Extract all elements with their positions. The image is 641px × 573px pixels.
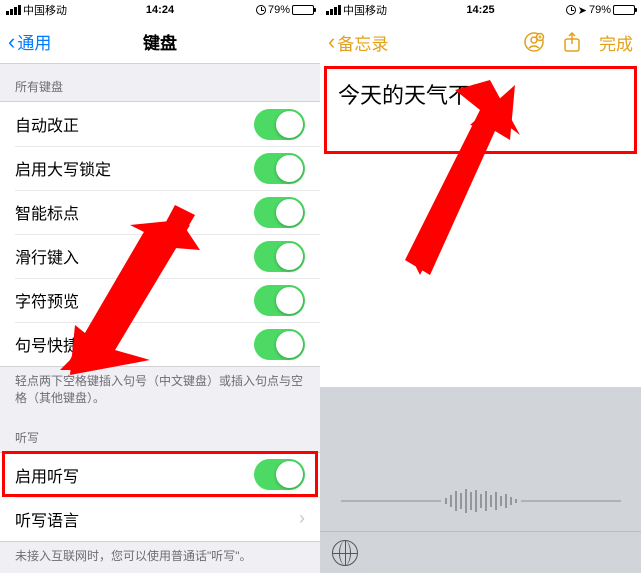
done-button[interactable]: 完成 — [599, 30, 633, 55]
right-screen: 中国移动 14:25 ➤ 79% ‹ 备忘录 完成 今天的天气不错。 — [320, 0, 641, 573]
row-label: 自动改正 — [15, 112, 79, 136]
switch-enable-dictation[interactable] — [254, 459, 305, 490]
settings-row[interactable]: 启用大写锁定 — [0, 146, 320, 190]
settings-row[interactable]: 句号快捷键 — [0, 322, 320, 366]
toggle-switch[interactable] — [254, 197, 305, 228]
battery-icon — [613, 5, 635, 15]
status-time: 14:24 — [0, 4, 320, 16]
toggle-switch[interactable] — [254, 329, 305, 360]
keyboard-toolbar — [320, 531, 641, 573]
back-button[interactable]: ‹ 备忘录 — [328, 30, 388, 55]
section-footer-dictation: 未接入互联网时，您可以使用普通话"听写"。 — [0, 542, 320, 573]
section-header-dictation: 听写 — [0, 415, 320, 452]
dictation-language-label: 听写语言 — [15, 507, 79, 531]
page-title: 键盘 — [0, 29, 320, 54]
toggle-switch[interactable] — [254, 109, 305, 140]
row-label: 智能标点 — [15, 200, 79, 224]
nav-bar: ‹ 备忘录 完成 — [320, 20, 641, 64]
chevron-left-icon: ‹ — [328, 31, 335, 53]
left-screen: 中国移动 14:24 79% ‹ 通用 键盘 所有键盘 自动改正启用大写锁定智能… — [0, 0, 320, 573]
globe-icon[interactable] — [332, 540, 358, 566]
toggle-switch[interactable] — [254, 153, 305, 184]
row-label: 字符预览 — [15, 288, 79, 312]
dictation-waveform — [320, 471, 641, 531]
share-icon[interactable] — [561, 31, 583, 53]
nav-bar: ‹ 通用 键盘 — [0, 20, 320, 64]
back-label: 备忘录 — [337, 30, 388, 55]
enable-dictation-label: 启用听写 — [15, 463, 79, 487]
status-bar: 中国移动 14:25 ➤ 79% — [320, 0, 641, 20]
chevron-right-icon: › — [299, 508, 305, 529]
row-label: 句号快捷键 — [15, 332, 95, 356]
settings-row[interactable]: 字符预览 — [0, 278, 320, 322]
row-enable-dictation[interactable]: 启用听写 — [0, 453, 320, 497]
status-time: 14:25 — [320, 4, 641, 16]
section-footer-period: 轻点两下空格键插入句号（中文键盘）或插入句点与空格（其他键盘）。 — [0, 367, 320, 415]
group-keyboards: 自动改正启用大写锁定智能标点滑行键入字符预览句号快捷键 — [0, 101, 320, 367]
status-bar: 中国移动 14:24 79% — [0, 0, 320, 20]
toggle-switch[interactable] — [254, 241, 305, 272]
group-dictation: 启用听写 听写语言 › — [0, 452, 320, 542]
note-content[interactable]: 今天的天气不错。 — [320, 64, 641, 364]
row-dictation-language[interactable]: 听写语言 › — [0, 497, 320, 541]
alarm-icon — [566, 5, 576, 15]
battery-icon — [292, 5, 314, 15]
settings-row[interactable]: 滑行键入 — [0, 234, 320, 278]
add-person-icon[interactable] — [523, 31, 545, 53]
toggle-switch[interactable] — [254, 285, 305, 316]
alarm-icon — [256, 5, 266, 15]
section-header-keyboards: 所有键盘 — [0, 64, 320, 101]
row-label: 滑行键入 — [15, 244, 79, 268]
row-label: 启用大写锁定 — [15, 156, 111, 180]
settings-row[interactable]: 自动改正 — [0, 102, 320, 146]
keyboard-area — [320, 387, 641, 573]
settings-row[interactable]: 智能标点 — [0, 190, 320, 234]
